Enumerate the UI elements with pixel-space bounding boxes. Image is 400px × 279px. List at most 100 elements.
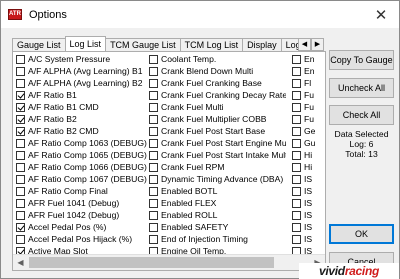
checkbox[interactable] <box>149 150 158 160</box>
checkbox[interactable] <box>292 186 301 196</box>
list-item[interactable]: Crank Fuel RPM <box>149 161 286 173</box>
list-item[interactable]: Crank Fuel Multiplier COBB <box>149 113 286 125</box>
list-item[interactable]: Fl <box>292 77 325 89</box>
checkbox[interactable] <box>292 150 301 160</box>
checkbox[interactable] <box>149 90 158 100</box>
list-item[interactable]: Enabled BOTL <box>149 185 286 197</box>
checkbox[interactable] <box>149 66 158 76</box>
checkbox[interactable] <box>292 126 301 136</box>
list-item[interactable]: Dynamic Timing Advance (DBA) <box>149 173 286 185</box>
checkbox[interactable] <box>149 234 158 244</box>
list-item[interactable]: AF Ratio Comp 1066 (DEBUG) <box>16 161 147 173</box>
checkbox[interactable] <box>16 198 25 208</box>
checkbox[interactable] <box>149 126 158 136</box>
copy-to-gauge-button[interactable]: Copy To Gauge <box>329 50 394 70</box>
list-item[interactable]: Enabled ROLL <box>149 209 286 221</box>
list-item[interactable]: AF Ratio Comp Final <box>16 185 147 197</box>
checkbox[interactable] <box>149 198 158 208</box>
tab-display[interactable]: Display <box>242 38 282 51</box>
checkbox[interactable] <box>292 66 301 76</box>
check-all-button[interactable]: Check All <box>329 105 394 125</box>
checkbox[interactable] <box>16 150 25 160</box>
list-item[interactable]: IS <box>292 209 325 221</box>
checkbox[interactable] <box>292 138 301 148</box>
checkbox[interactable] <box>149 138 158 148</box>
scrollbar-thumb[interactable] <box>29 257 274 268</box>
list-item[interactable]: Fu <box>292 113 325 125</box>
tab-gauge-list[interactable]: Gauge List <box>12 38 66 51</box>
list-item[interactable]: Coolant Temp. <box>149 53 286 65</box>
list-item[interactable]: Enabled SAFETY <box>149 221 286 233</box>
list-item[interactable]: En <box>292 53 325 65</box>
list-item[interactable]: IS <box>292 221 325 233</box>
list-item[interactable]: Crank Fuel Cranking Decay Rate <box>149 89 286 101</box>
horizontal-scrollbar[interactable]: ◀ ▶ <box>13 254 325 270</box>
checkbox[interactable] <box>292 234 301 244</box>
list-item[interactable]: AFR Fuel 1042 (Debug) <box>16 209 147 221</box>
list-item[interactable]: Crank Fuel Cranking Base <box>149 77 286 89</box>
tab-tcm-gauge-list[interactable]: TCM Gauge List <box>105 38 181 51</box>
list-item[interactable]: IS <box>292 185 325 197</box>
checkbox[interactable] <box>16 90 25 100</box>
list-item[interactable]: IS <box>292 173 325 185</box>
list-item[interactable]: A/F Ratio B2 CMD <box>16 125 147 137</box>
list-item[interactable]: A/C System Pressure <box>16 53 147 65</box>
checkbox[interactable] <box>292 222 301 232</box>
tab-log-list[interactable]: Log List <box>64 36 107 51</box>
checkbox[interactable] <box>16 114 25 124</box>
list-item[interactable]: Accel Pedal Pos (%) <box>16 221 147 233</box>
checkbox[interactable] <box>16 174 25 184</box>
list-item[interactable]: A/F ALPHA (Avg Learning) B2 <box>16 77 147 89</box>
list-item[interactable]: IS <box>292 197 325 209</box>
checkbox[interactable] <box>149 222 158 232</box>
checkbox[interactable] <box>292 210 301 220</box>
chevron-right-icon[interactable]: ▶ <box>311 38 324 51</box>
checkbox[interactable] <box>149 78 158 88</box>
checkbox[interactable] <box>16 138 25 148</box>
list-item[interactable]: Crank Fuel Post Start Intake Multi <box>149 149 286 161</box>
ok-button[interactable]: OK <box>329 224 394 244</box>
list-item[interactable]: Hi <box>292 149 325 161</box>
list-item[interactable]: A/F Ratio B2 <box>16 113 147 125</box>
checkbox[interactable] <box>16 78 25 88</box>
list-item[interactable]: Gu <box>292 137 325 149</box>
list-item[interactable]: Enabled FLEX <box>149 197 286 209</box>
checkbox[interactable] <box>149 210 158 220</box>
list-item[interactable]: AF Ratio Comp 1063 (DEBUG) <box>16 137 147 149</box>
checkbox[interactable] <box>292 78 301 88</box>
list-item[interactable]: IS <box>292 233 325 245</box>
checkbox[interactable] <box>16 210 25 220</box>
checkbox[interactable] <box>292 114 301 124</box>
checkbox[interactable] <box>16 222 25 232</box>
checkbox[interactable] <box>16 54 25 64</box>
checkbox[interactable] <box>149 114 158 124</box>
list-item[interactable]: Fu <box>292 89 325 101</box>
scroll-left-icon[interactable]: ◀ <box>13 255 28 270</box>
checkbox[interactable] <box>16 126 25 136</box>
tab-tcm-log-list[interactable]: TCM Log List <box>179 38 244 51</box>
checkbox[interactable] <box>149 174 158 184</box>
list-item[interactable]: A/F Ratio B1 CMD <box>16 101 147 113</box>
list-item[interactable]: Crank Blend Down Multi <box>149 65 286 77</box>
checkbox[interactable] <box>292 54 301 64</box>
list-item[interactable]: Crank Fuel Post Start Base <box>149 125 286 137</box>
checkbox[interactable] <box>149 186 158 196</box>
list-item[interactable]: Crank Fuel Multi <box>149 101 286 113</box>
checkbox[interactable] <box>149 102 158 112</box>
checkbox[interactable] <box>292 90 301 100</box>
list-item[interactable]: AF Ratio Comp 1067 (DEBUG) <box>16 173 147 185</box>
list-item[interactable]: AF Ratio Comp 1065 (DEBUG) <box>16 149 147 161</box>
checkbox[interactable] <box>149 54 158 64</box>
checkbox[interactable] <box>16 186 25 196</box>
list-item[interactable]: Accel Pedal Pos Hijack (%) <box>16 233 147 245</box>
checkbox[interactable] <box>292 174 301 184</box>
chevron-left-icon[interactable]: ◀ <box>298 38 311 51</box>
list-item[interactable]: End of Injection Timing <box>149 233 286 245</box>
list-item[interactable]: En <box>292 65 325 77</box>
uncheck-all-button[interactable]: Uncheck All <box>329 78 394 98</box>
checkbox[interactable] <box>16 102 25 112</box>
checkbox[interactable] <box>16 66 25 76</box>
list-item[interactable]: AFR Fuel 1041 (Debug) <box>16 197 147 209</box>
checkbox[interactable] <box>292 198 301 208</box>
checkbox[interactable] <box>149 162 158 172</box>
